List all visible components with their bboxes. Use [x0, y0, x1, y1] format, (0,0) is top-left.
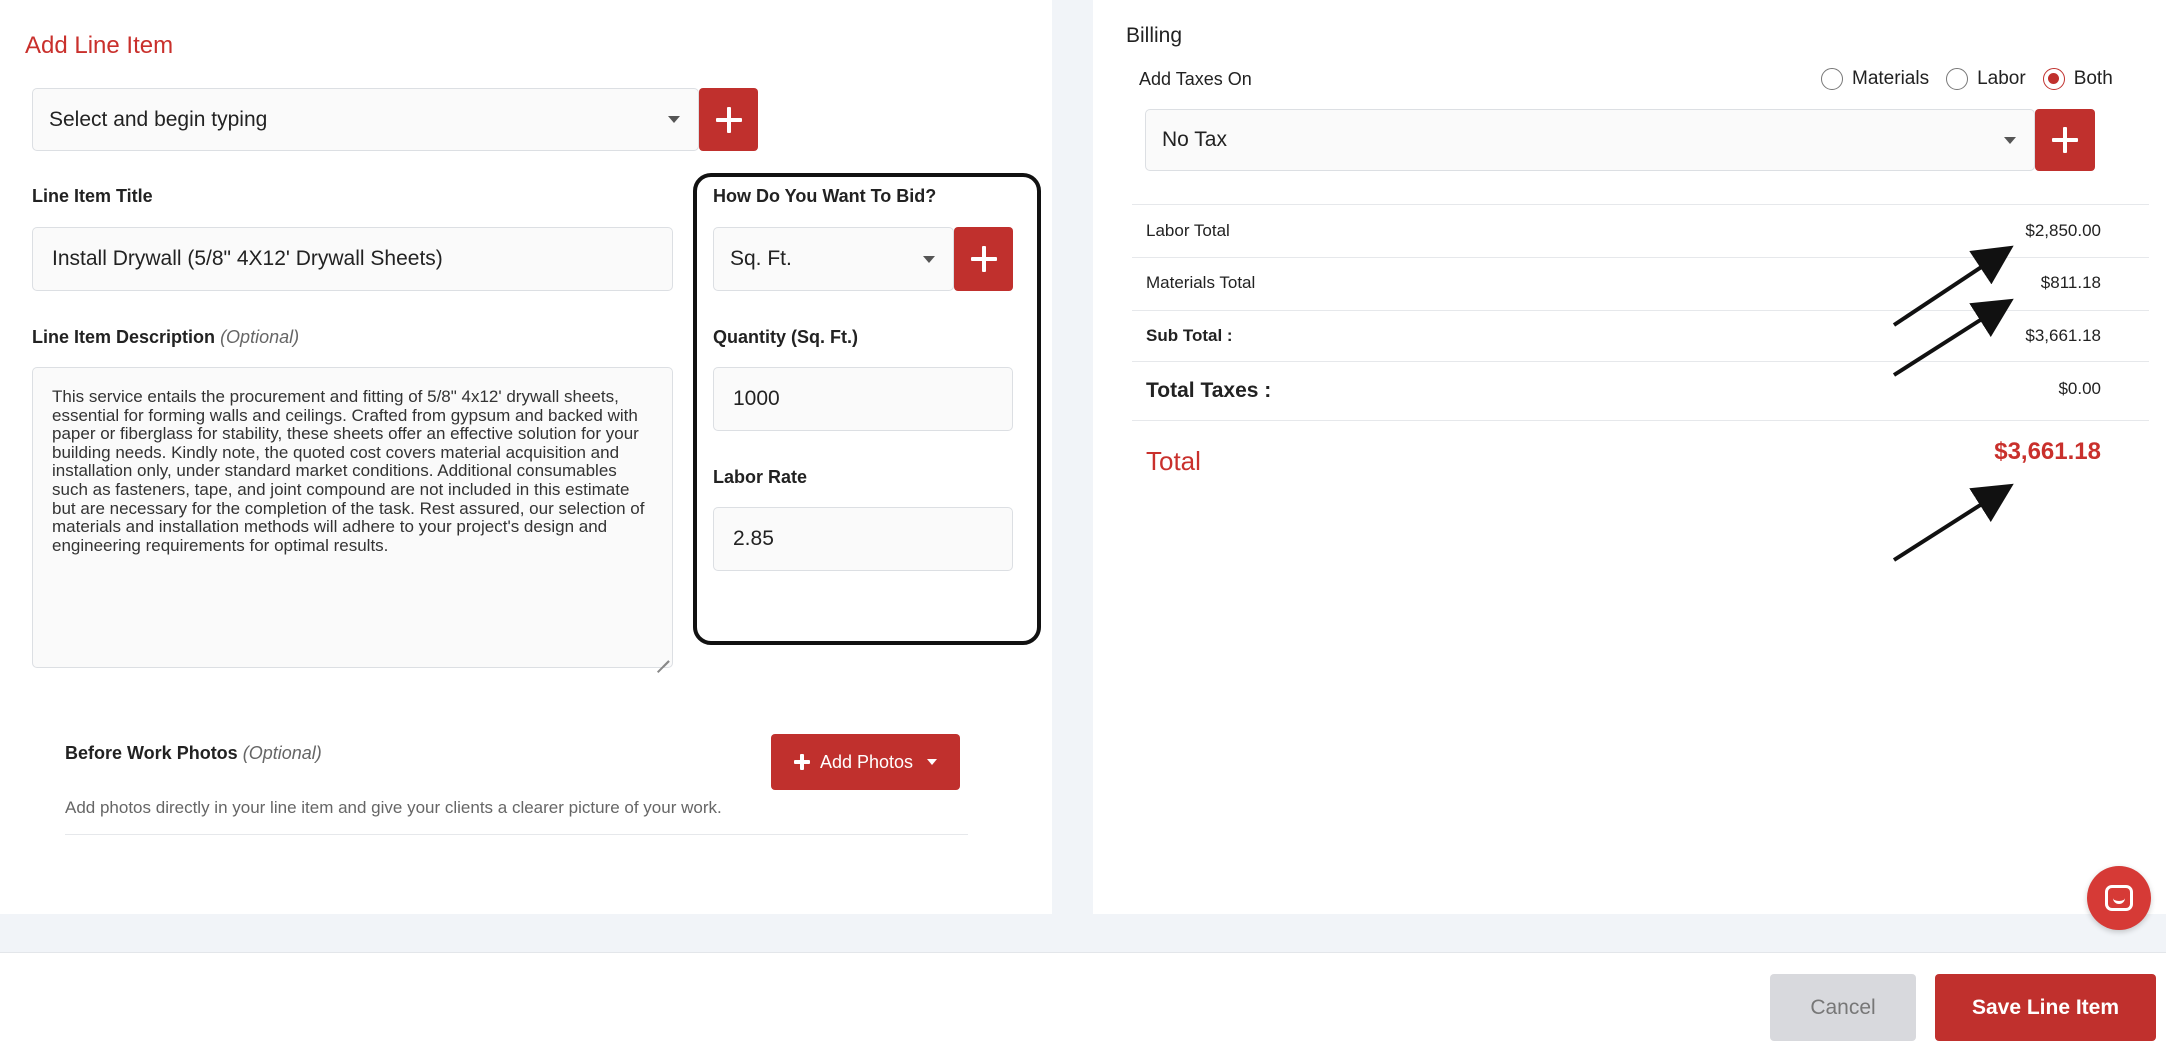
- arrow-total: [1892, 483, 2014, 562]
- line-item-select[interactable]: Select and begin typing: [32, 88, 699, 151]
- labor-rate-label: Labor Rate: [713, 467, 808, 487]
- chevron-down-icon: [668, 116, 680, 123]
- line-item-panel: Add Line Item Select and begin typing Li…: [0, 0, 1052, 914]
- chat-icon: [2105, 885, 2133, 911]
- billing-panel: Billing Add Taxes On Materials Labor Bot…: [1093, 0, 2166, 930]
- bid-unit-value: Sq. Ft.: [730, 247, 792, 270]
- before-work-photos-label: Before Work Photos (Optional): [65, 743, 322, 764]
- quantity-label: Quantity (Sq. Ft.): [713, 327, 858, 347]
- photos-label-text: Before Work Photos: [65, 743, 238, 763]
- resize-handle-icon[interactable]: [655, 650, 669, 664]
- bid-unit-select[interactable]: Sq. Ft.: [713, 227, 954, 291]
- photos-divider: [65, 834, 968, 835]
- cancel-button[interactable]: Cancel: [1770, 974, 1916, 1041]
- add-line-item-button[interactable]: [699, 88, 758, 151]
- description-label-text: Line Item Description: [32, 327, 216, 347]
- line-item-description-textarea[interactable]: This service entails the procurement and…: [32, 367, 673, 668]
- photos-help-text: Add photos directly in your line item an…: [65, 798, 722, 817]
- add-photos-label: Add Photos: [819, 751, 914, 772]
- line-item-description-label: Line Item Description (Optional): [32, 327, 299, 348]
- save-line-item-button[interactable]: Save Line Item: [1935, 974, 2156, 1041]
- plus-icon: [970, 246, 997, 272]
- add-photos-button[interactable]: Add Photos: [771, 734, 960, 790]
- description-text: This service entails the procurement and…: [52, 387, 645, 555]
- bid-method-label: How Do You Want To Bid?: [713, 186, 937, 206]
- add-bid-unit-button[interactable]: [954, 227, 1013, 291]
- chevron-down-icon: [923, 255, 935, 263]
- photos-optional-text: (Optional): [242, 743, 322, 763]
- quantity-input[interactable]: 1000: [713, 367, 1013, 431]
- line-item-title-input[interactable]: Install Drywall (5/8" 4X12' Drywall Shee…: [32, 227, 673, 291]
- description-optional-text: (Optional): [220, 327, 300, 347]
- labor-rate-input[interactable]: 2.85: [713, 507, 1013, 571]
- line-item-title-label: Line Item Title: [32, 186, 153, 206]
- line-item-select-placeholder: Select and begin typing: [49, 107, 268, 131]
- plus-icon: [793, 754, 810, 770]
- add-line-item-heading: Add Line Item: [25, 32, 174, 59]
- chevron-down-icon: [927, 759, 938, 765]
- chat-launcher-button[interactable]: [2087, 866, 2151, 930]
- annotation-arrows: [1892, 245, 2014, 562]
- plus-icon: [715, 106, 742, 133]
